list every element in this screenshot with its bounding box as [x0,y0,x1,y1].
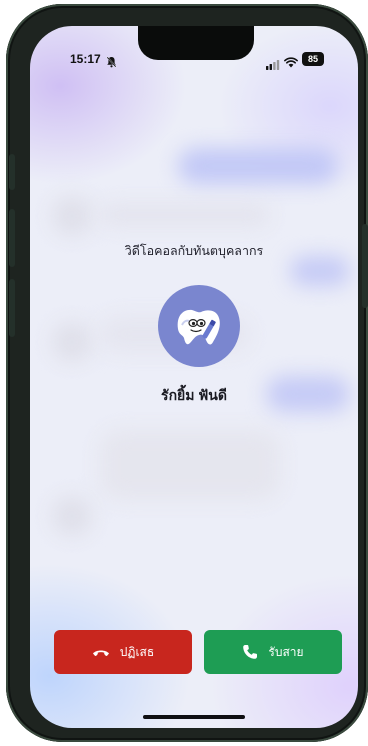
volume-up-button [9,209,15,267]
wifi-icon [284,53,298,72]
call-title: วิดีโอคอลกับทันตบุคลากร [124,244,264,258]
caller-avatar [158,285,240,367]
tooth-mascot-icon [177,309,220,345]
status-bar: 15:17 85 [30,52,358,72]
phone-icon [243,645,258,659]
incoming-call-screen: 15:17 85 วิดีโอคอลกับทันตบุคลากร รักยิ้ม… [30,26,358,728]
battery-icon: 85 [302,52,324,66]
power-button [362,224,368,308]
decline-label: ปฏิเสธ [119,644,155,659]
bell-slash-icon [106,53,117,72]
home-indicator[interactable] [143,715,245,719]
silent-switch [9,154,15,190]
phone-hangup-icon [92,650,109,656]
accept-label: รับสาย [268,644,304,659]
volume-down-button [9,279,15,337]
accept-call-button[interactable]: รับสาย [204,630,342,674]
decline-call-button[interactable]: ปฏิเสธ [54,630,192,674]
caller-name: รักยิ้ม ฟันดี [161,387,227,403]
status-time: 15:17 [70,52,101,66]
phone-frame: 15:17 85 วิดีโอคอลกับทันตบุคลากร รักยิ้ม… [6,4,368,742]
signal-icon [266,55,280,74]
